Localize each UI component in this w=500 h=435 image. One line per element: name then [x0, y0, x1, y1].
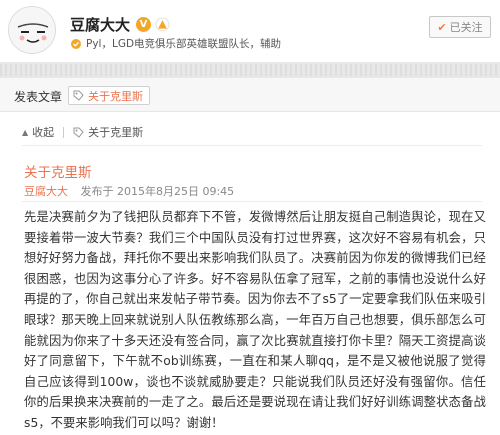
name-row: 豆腐大大 V: [70, 14, 170, 35]
divider: [22, 201, 482, 202]
chevron-up-icon: ▲: [22, 127, 29, 137]
breadcrumb-label: 关于克里斯: [88, 126, 144, 139]
check-icon: ✔: [437, 20, 447, 34]
article-published-date: 发布于 2015年8月25日 09:45: [80, 185, 235, 198]
divider: [22, 145, 482, 146]
toolbar-divider: [63, 126, 65, 138]
collapse-button[interactable]: ▲ 收起: [22, 124, 54, 140]
section-divider: [0, 64, 500, 76]
article-author-link[interactable]: 豆腐大大: [24, 185, 68, 198]
profile-name[interactable]: 豆腐大大: [70, 14, 130, 35]
follow-button-label: 已关注: [449, 21, 483, 34]
tag-icon: [73, 127, 84, 138]
verified-badge-icon[interactable]: [155, 17, 170, 32]
breadcrumb-tag[interactable]: 关于克里斯: [73, 124, 143, 140]
collapse-label: 收起: [32, 126, 55, 139]
follow-button[interactable]: ✔ 已关注: [429, 16, 491, 38]
article-body: 先是决赛前夕为了钱把队员都弃下不管，发微博然后让朋友挺自己制造舆论，现在又要接着…: [24, 210, 486, 430]
article-tag-button[interactable]: 关于克里斯: [68, 86, 150, 105]
article-title[interactable]: 关于克里斯: [24, 161, 92, 181]
profile-bio: Pyl，LGD电竞俱乐部英雄联盟队长，辅助: [70, 36, 281, 51]
profile-bio-text: Pyl，LGD电竞俱乐部英雄联盟队长，辅助: [86, 38, 282, 50]
section-title: 发表文章: [14, 90, 63, 104]
tag-icon: [73, 90, 84, 101]
vip-icon[interactable]: V: [136, 17, 152, 32]
panel-head: 发表文章 关于克里斯: [0, 78, 500, 112]
verified-badge-small-icon: [71, 38, 81, 49]
avatar[interactable]: [8, 6, 56, 54]
article-meta: 豆腐大大 发布于 2015年8月25日 09:45: [24, 183, 234, 199]
tofu-face-avatar-icon: [9, 7, 55, 53]
article-tag-label: 关于克里斯: [88, 89, 143, 103]
profile-header: 豆腐大大 V Pyl，LGD电竞俱乐部英雄联盟队长，辅助 ✔ 已关注: [0, 0, 500, 62]
article-toolbar: ▲ 收起 关于克里斯: [22, 124, 143, 140]
